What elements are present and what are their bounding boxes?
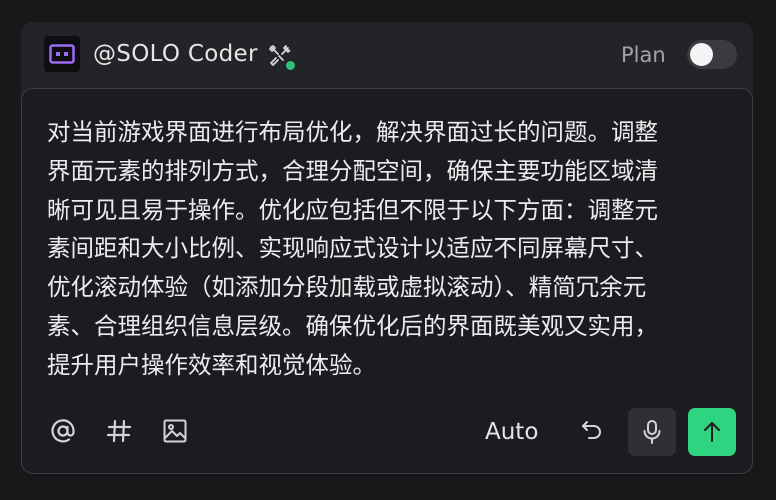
mode-selector[interactable]: Auto: [485, 419, 538, 445]
panel-header: @SOLO Coder Plan: [21, 22, 753, 88]
toggle-knob: [690, 43, 713, 66]
arrow-up-icon: [704, 422, 720, 442]
status-dot: [285, 60, 296, 71]
image-icon[interactable]: [159, 415, 191, 447]
at-sign-icon[interactable]: [47, 415, 79, 447]
hash-icon[interactable]: [103, 415, 135, 447]
microphone-icon: [643, 420, 661, 444]
prompt-textarea[interactable]: 对当前游戏界面进行布局优化，解决界面过长的问题。调整 界面元素的排列方式，合理分…: [47, 113, 731, 385]
send-button[interactable]: [688, 408, 736, 456]
prompt-composer[interactable]: 对当前游戏界面进行布局优化，解决界面过长的问题。调整 界面元素的排列方式，合理分…: [21, 88, 753, 474]
chat-panel: @SOLO Coder Plan 对当前游戏界面进行布局优化，解决界面过长的问题…: [21, 22, 753, 474]
undo-icon[interactable]: [576, 415, 608, 447]
agent-name: @SOLO Coder: [93, 41, 258, 67]
robot-face-icon: [44, 36, 80, 72]
plan-toggle[interactable]: [687, 40, 737, 69]
plan-label: Plan: [621, 43, 666, 67]
microphone-button[interactable]: [628, 408, 676, 456]
